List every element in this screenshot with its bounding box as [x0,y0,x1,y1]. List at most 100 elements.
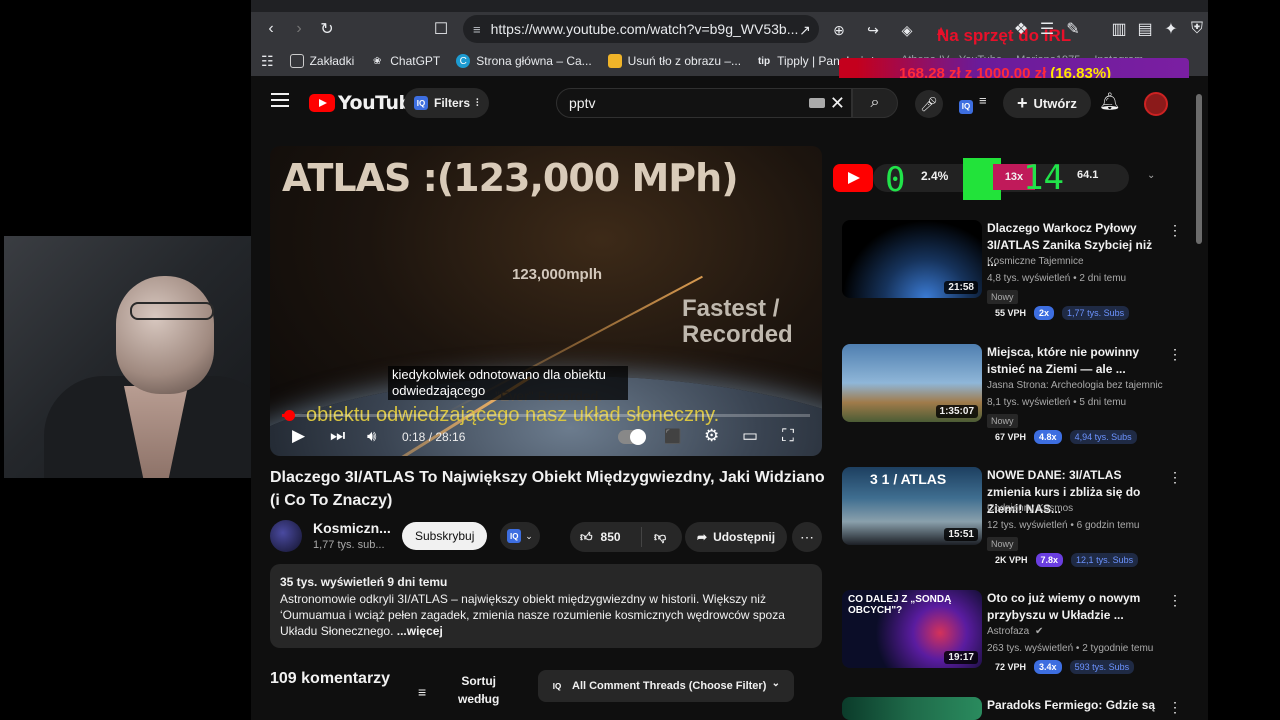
search-input[interactable]: pptv ✕ [556,88,852,118]
tab-strip [251,0,1208,12]
recommendation-channel[interactable]: Jasna Strona: Archeologia bez tajemnic [987,380,1163,391]
create-label: Utwórz [1033,95,1077,111]
settings-icon[interactable]: ⚙ [704,426,719,446]
filters-button[interactable]: IQ Filters ⫶ [404,88,489,118]
channel-name[interactable]: Kosmiczn... [313,520,391,536]
dislike-button[interactable]: 👎︎ [642,530,666,545]
bookmark-removebg[interactable]: Usuń tło z obrazu –... [607,54,741,68]
clear-icon[interactable]: ✕ [830,93,845,114]
recommendation-item[interactable]: 1:35:07 Miejsca, które nie powinny istni… [842,344,1182,454]
recommendation-stats: 72 VPH 3.4x 593 tys. Subs [995,660,1135,674]
search-icon[interactable]: ⌕ [852,88,898,118]
iq-header-icon[interactable]: IQ [959,96,973,114]
bookmark-icon[interactable]: ☐ [427,15,455,43]
recommendation-item[interactable]: CO DALEJ Z „SONDĄ OBCYCH"? 19:17 Oto co … [842,590,1182,700]
recommendation-channel[interactable]: Kosmiczne Tajemnice [987,256,1084,267]
forward-icon[interactable]: › [285,15,313,43]
recommendation-item[interactable]: 3 1 / ATLAS 15:51 NOWE DANE: 3I/ATLAS zm… [842,467,1182,577]
multiplier-badge: 7.8x [1035,553,1064,567]
subs-badge: 4,94 tys. Subs [1069,430,1137,444]
recommendation-item[interactable]: Paradoks Fermiego: Gdzie są ⋮ [842,697,1182,720]
site-settings-icon[interactable]: ≡ [473,22,481,37]
video-thumbnail[interactable]: 1:35:07 [842,344,982,422]
zoom-icon[interactable]: ⊕ [825,16,853,44]
recommendation-channel[interactable]: Astrofaza ✔ [987,626,1043,637]
volume-icon[interactable]: 🔊︎ [367,428,376,445]
scrollbar-thumb[interactable] [1196,94,1202,244]
vpn-shield-icon[interactable]: ⛨ [1183,15,1211,43]
chevron-down-icon[interactable]: ⌄ [1147,170,1155,181]
video-thumbnail[interactable] [842,697,982,720]
chevron-down-icon: ⌄ [525,530,533,541]
recommendation-stats: 55 VPH 2x 1,77 tys. Subs [995,306,1130,320]
wallet-icon[interactable]: ▤ [1131,15,1159,43]
subscribe-button[interactable]: Subskrybuj [402,522,488,550]
like-count: 850 [600,530,621,544]
recommendation-channel[interactable]: Codzienny Kosmos [987,503,1073,514]
captions-icon[interactable]: ⬛ [664,428,681,445]
channel-avatar[interactable] [270,520,302,552]
menu-icon[interactable] [271,93,289,107]
new-badge: Nowy [987,414,1018,428]
autoplay-toggle[interactable] [618,429,646,445]
sort-icon[interactable]: ≡ [418,684,426,700]
youtube-play-icon[interactable] [833,164,873,192]
kebab-menu-icon[interactable]: ⋮ [1168,346,1182,363]
open-external-icon[interactable]: ↗ [791,16,819,44]
video-thumbnail[interactable]: 21:58 [842,220,982,298]
user-avatar[interactable] [1144,92,1168,116]
comment-filter-dropdown[interactable]: IQ All Comment Threads (Choose Filter) ⌄ [538,670,794,702]
extensions-icon[interactable]: ❖ [1007,15,1035,43]
kebab-menu-icon[interactable]: ⋮ [1168,469,1182,486]
create-button[interactable]: + Utwórz [1003,88,1091,118]
video-thumbnail[interactable]: CO DALEJ Z „SONDĄ OBCYCH"? 19:17 [842,590,982,668]
fullscreen-icon[interactable]: ⛶ [782,426,794,446]
search-value: pptv [569,95,596,111]
iq-dropdown-button[interactable]: IQ ⌄ [500,522,540,550]
brave-shield-icon[interactable]: ◈ [893,16,921,44]
video-progress-bar[interactable] [282,410,810,421]
theater-icon[interactable]: ▭ [742,426,758,446]
share-page-icon[interactable]: ↪ [859,16,887,44]
kebab-menu-icon[interactable]: ⋮ [1168,592,1182,609]
recommendation-title[interactable]: Paradoks Fermiego: Gdzie są [987,697,1159,714]
bell-icon[interactable]: 🔔︎ [1099,92,1121,112]
page-scrollbar[interactable] [1194,84,1204,720]
share-button[interactable]: ➦ Udostępnij [685,522,788,552]
reading-list-icon[interactable]: ☰ [1033,15,1061,43]
bookmark-folder[interactable]: Zakładki [289,54,354,68]
reload-icon[interactable]: ↻ [313,15,341,43]
bookmark-chatgpt[interactable]: ❀ ChatGPT [370,54,440,68]
show-more-link[interactable]: ...więcej [397,624,443,638]
vph-value: 2K VPH [995,555,1028,565]
edit-icon[interactable]: ✎ [1059,15,1087,43]
mic-icon[interactable]: 🎤︎ [915,90,943,118]
more-options-icon[interactable]: ⋯ [792,522,822,552]
like-button[interactable]: 👍︎ 850 [570,527,642,547]
play-icon[interactable]: ▶ [292,426,305,446]
video-thumbnail[interactable]: 3 1 / ATLAS 15:51 [842,467,982,545]
url-text: https://www.youtube.com/watch?v=b9g_WV53… [490,21,799,37]
address-bar[interactable]: ≡ https://www.youtube.com/watch?v=b9g_WV… [463,15,819,43]
subs-badge: 593 tys. Subs [1069,660,1135,674]
recommendation-title[interactable]: Oto co już wiemy o nowym przybyszu w Ukł… [987,590,1159,624]
chatgpt-icon: ❀ [373,55,382,67]
progress-scrubber[interactable] [284,410,295,421]
sort-button[interactable]: Sortuj według [458,672,499,708]
folder-icon [289,54,304,68]
video-player[interactable]: ATLAS :(123,000 MPh) 123,000mplh Fastest… [270,146,822,456]
list-icon[interactable]: ≡ [979,93,987,108]
next-icon[interactable]: ⏭︎ [330,426,345,446]
bookmark-canva[interactable]: C Strona główna – Ca... [456,54,592,68]
description-box[interactable]: 35 tys. wyświetleń 9 dni temu Astronomow… [270,564,822,648]
kebab-menu-icon[interactable]: ⋮ [1168,222,1182,239]
ai-icon[interactable]: ✦ [1157,15,1185,43]
keyboard-icon[interactable] [809,98,825,108]
kebab-menu-icon[interactable]: ⋮ [1168,699,1182,716]
back-icon[interactable]: ‹ [257,15,285,43]
sidebar-icon[interactable]: ▥ [1105,15,1133,43]
apps-icon[interactable]: ☷ [261,53,274,70]
recommendation-title[interactable]: Miejsca, które nie powinny istnieć na Zi… [987,344,1159,378]
thumbnail-text: 3 1 / ATLAS [870,471,947,487]
recommendation-item[interactable]: 21:58 Dlaczego Warkocz Pyłowy 3I/ATLAS Z… [842,220,1182,330]
